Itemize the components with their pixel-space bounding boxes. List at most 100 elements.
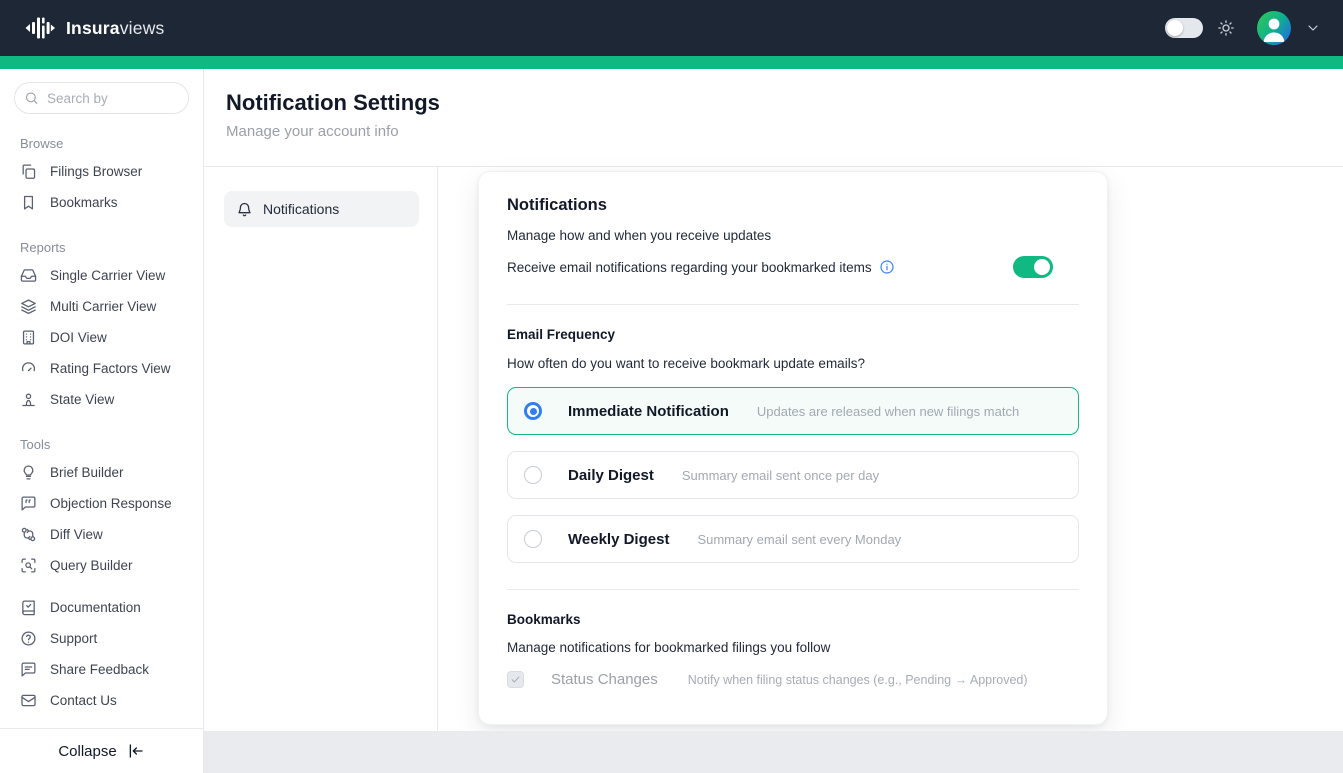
info-icon[interactable] bbox=[879, 259, 895, 275]
sidebar-footer: Documentation Support Share Feedback Contac… bbox=[0, 592, 203, 716]
frequency-option-daily-digest[interactable]: Daily Digest Summary email sent once per … bbox=[507, 451, 1079, 499]
sidebar-item-label: Query Builder bbox=[50, 558, 133, 573]
copy-icon bbox=[20, 163, 37, 180]
sidebar-item-doi-view[interactable]: DOI View bbox=[0, 322, 203, 353]
help-circle-icon bbox=[20, 630, 37, 647]
bookmark-option-status-changes: Status Changes Notify when filing status … bbox=[507, 671, 1079, 688]
card-description: Manage how and when you receive updates bbox=[507, 228, 772, 243]
sidebar-item-rating-factors-view[interactable]: Rating Factors View bbox=[0, 353, 203, 384]
content: Notifications Notifications Manage how a… bbox=[204, 167, 1343, 731]
settings-nav-label: Notifications bbox=[263, 201, 340, 217]
accent-bar bbox=[0, 56, 1343, 69]
search-icon bbox=[24, 91, 39, 106]
sidebar-item-label: Brief Builder bbox=[50, 465, 124, 480]
sidebar-item-label: Bookmarks bbox=[50, 195, 118, 210]
sidebar-item-single-carrier-view[interactable]: Single Carrier View bbox=[0, 260, 203, 291]
sidebar-item-bookmarks[interactable]: Bookmarks bbox=[0, 187, 203, 218]
sidebar-item-label: Multi Carrier View bbox=[50, 299, 157, 314]
sidebar-item-support[interactable]: Support bbox=[0, 623, 203, 654]
email-notifications-toggle[interactable] bbox=[1013, 256, 1053, 278]
toggle-knob bbox=[1034, 259, 1050, 275]
scan-search-icon bbox=[20, 557, 37, 574]
bookmarks-title: Bookmarks bbox=[507, 612, 581, 627]
layers-icon bbox=[20, 298, 37, 315]
sidebar-item-diff-view[interactable]: Diff View bbox=[0, 519, 203, 550]
checkbox-status-changes[interactable] bbox=[507, 671, 524, 688]
bookmark-icon bbox=[20, 194, 37, 211]
radio-daily-digest[interactable] bbox=[524, 466, 542, 484]
topbar: Insuraviews bbox=[0, 0, 1343, 56]
content-area: Notifications Manage how and when you re… bbox=[438, 167, 1343, 731]
frequency-option-immediate-notification[interactable]: Immediate Notification Updates are releas… bbox=[507, 387, 1079, 435]
notifications-card: Notifications Manage how and when you re… bbox=[478, 171, 1108, 725]
sidebar-item-label: Rating Factors View bbox=[50, 361, 171, 376]
sun-icon bbox=[1217, 19, 1235, 37]
bookmark-option-label: Status Changes bbox=[551, 671, 658, 688]
email-frequency-question: How often do you want to receive bookmar… bbox=[507, 356, 865, 371]
settings-nav: Notifications bbox=[204, 167, 438, 731]
chevron-down-icon[interactable] bbox=[1305, 20, 1321, 36]
avatar[interactable] bbox=[1257, 11, 1291, 45]
sidebar-item-label: Documentation bbox=[50, 600, 141, 615]
sidebar-item-label: Single Carrier View bbox=[50, 268, 166, 283]
sidebar-item-label: Diff View bbox=[50, 527, 103, 542]
lightbulb-icon bbox=[20, 464, 37, 481]
brand-text: Insuraviews bbox=[66, 18, 164, 39]
page-subtitle: Manage your account info bbox=[226, 123, 399, 140]
brand[interactable]: Insuraviews bbox=[22, 15, 164, 41]
theme-toggle[interactable] bbox=[1165, 18, 1203, 38]
sidebar-item-filings-browser[interactable]: Filings Browser bbox=[0, 156, 203, 187]
sidebar-item-label: Support bbox=[50, 631, 98, 646]
insuraviews-logo-icon bbox=[22, 15, 56, 41]
frequency-options: Immediate Notification Updates are releas… bbox=[507, 387, 1079, 563]
sidebar-item-state-view[interactable]: State View bbox=[0, 384, 203, 415]
collapse-label: Collapse bbox=[58, 742, 117, 760]
topbar-actions bbox=[1165, 11, 1321, 45]
option-description: Summary email sent once per day bbox=[681, 467, 880, 483]
message-square-icon bbox=[20, 661, 37, 678]
frequency-option-weekly-digest[interactable]: Weekly Digest Summary email sent every Mo… bbox=[507, 515, 1079, 563]
divider bbox=[507, 304, 1079, 305]
mail-icon bbox=[20, 692, 37, 709]
radio-immediate-notification[interactable] bbox=[524, 402, 542, 420]
sidebar-item-label: Filings Browser bbox=[50, 164, 143, 179]
sidebar-item-label: Objection Response bbox=[50, 496, 172, 511]
email-toggle-label: Receive email notifications regarding yo… bbox=[507, 259, 872, 275]
gauge-icon bbox=[20, 360, 37, 377]
sidebar-item-contact-us[interactable]: Contact Us bbox=[0, 685, 203, 716]
sidebar-item-share-feedback[interactable]: Share Feedback bbox=[0, 654, 203, 685]
settings-nav-notifications[interactable]: Notifications bbox=[224, 191, 419, 227]
page-title: Notification Settings bbox=[226, 90, 440, 115]
person-map-icon bbox=[20, 391, 37, 408]
sidebar-nav: Browse Filings Browser Bookmarks Reports Sin… bbox=[0, 114, 203, 581]
collapse-icon bbox=[127, 742, 145, 760]
sidebar: Browse Filings Browser Bookmarks Reports Sin… bbox=[0, 69, 204, 773]
git-compare-icon bbox=[20, 526, 37, 543]
option-label: Daily Digest bbox=[568, 466, 654, 484]
search-box bbox=[14, 82, 189, 114]
book-check-icon bbox=[20, 599, 37, 616]
bookmarks-description: Manage notifications for bookmarked fili… bbox=[507, 640, 831, 655]
bookmark-option-description: Notify when filing status changes (e.g.,… bbox=[687, 672, 1028, 687]
search-input[interactable] bbox=[14, 82, 189, 114]
email-frequency-title: Email Frequency bbox=[507, 327, 616, 342]
bookmark-options: Status Changes Notify when filing status … bbox=[507, 671, 1079, 688]
sidebar-item-multi-carrier-view[interactable]: Multi Carrier View bbox=[0, 291, 203, 322]
radio-weekly-digest[interactable] bbox=[524, 530, 542, 548]
building-icon bbox=[20, 329, 37, 346]
sidebar-item-label: State View bbox=[50, 392, 115, 407]
sidebar-section-label-browse: Browse bbox=[20, 136, 64, 151]
sidebar-item-documentation[interactable]: Documentation bbox=[0, 592, 203, 623]
divider bbox=[507, 589, 1079, 590]
bell-icon bbox=[236, 201, 253, 218]
card-title: Notifications bbox=[507, 196, 607, 214]
check-icon bbox=[510, 674, 521, 685]
collapse-button[interactable]: Collapse bbox=[0, 728, 203, 773]
option-label: Weekly Digest bbox=[568, 530, 670, 548]
inbox-icon bbox=[20, 267, 37, 284]
sidebar-item-objection-response[interactable]: Objection Response bbox=[0, 488, 203, 519]
brand-light: views bbox=[119, 17, 165, 38]
sidebar-item-brief-builder[interactable]: Brief Builder bbox=[0, 457, 203, 488]
sidebar-item-query-builder[interactable]: Query Builder bbox=[0, 550, 203, 581]
